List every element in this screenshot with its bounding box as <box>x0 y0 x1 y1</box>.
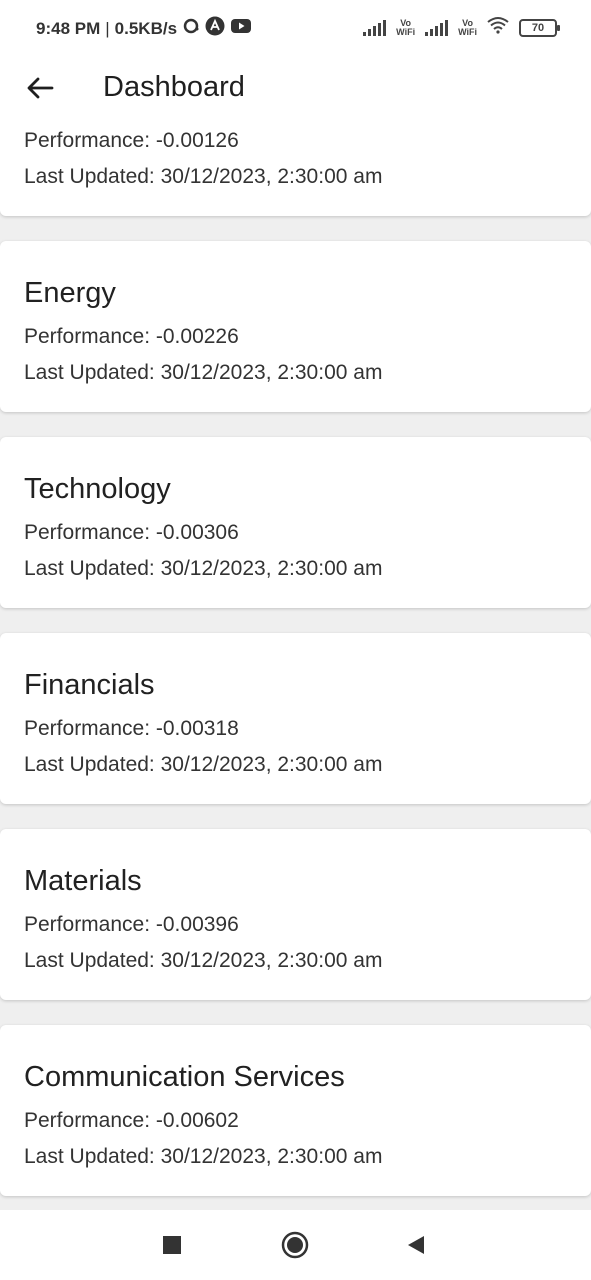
back-button[interactable] <box>18 66 62 110</box>
performance-text: Performance: -0.00396 <box>24 913 239 936</box>
status-left: 9:48 PM | 0.5KB/s <box>36 16 252 41</box>
last-updated-text: Last Updated: 30/12/2023, 2:30:00 am <box>24 557 383 580</box>
status-separator: | <box>105 18 110 38</box>
sector-card[interactable]: Materials Performance: -0.00396 Last Upd… <box>0 829 591 1000</box>
autopilot-icon <box>205 16 225 41</box>
sector-title: Communication Services <box>24 1061 345 1093</box>
wifi-icon <box>487 16 509 39</box>
sector-title: Financials <box>24 669 155 701</box>
youtube-icon <box>231 18 252 39</box>
system-nav-bar <box>0 1210 591 1280</box>
page-title: Dashboard <box>103 71 245 103</box>
app-bar: Dashboard <box>0 56 591 130</box>
sector-title: Energy <box>24 277 116 309</box>
last-updated-text: Last Updated: 30/12/2023, 2:30:00 am <box>24 165 383 188</box>
home-circle-icon <box>281 1231 309 1259</box>
sector-card[interactable]: Technology Performance: -0.00306 Last Up… <box>0 437 591 608</box>
performance-text: Performance: -0.00602 <box>24 1109 239 1132</box>
status-bar: 9:48 PM | 0.5KB/s Vo WiFi Vo WiFi 70 <box>0 0 591 56</box>
vowifi-icon: Vo WiFi <box>396 17 416 37</box>
sector-title: Materials <box>24 865 142 897</box>
status-time: 9:48 PM <box>36 18 101 38</box>
signal-icon <box>425 19 449 36</box>
sector-card[interactable]: Financials Performance: -0.00318 Last Up… <box>0 633 591 804</box>
performance-text: Performance: -0.00126 <box>24 129 239 152</box>
sector-title: Technology <box>24 473 171 505</box>
last-updated-text: Last Updated: 30/12/2023, 2:30:00 am <box>24 753 383 776</box>
last-updated-text: Last Updated: 30/12/2023, 2:30:00 am <box>24 1145 383 1168</box>
arrow-back-icon <box>27 77 54 99</box>
back-triangle-icon <box>408 1236 424 1254</box>
status-right: Vo WiFi Vo WiFi 70 <box>363 16 560 39</box>
network-speed: 0.5KB/s <box>114 18 178 38</box>
recents-square-icon <box>163 1236 181 1254</box>
battery-level: 70 <box>531 21 545 34</box>
chat-icon <box>183 18 199 39</box>
last-updated-text: Last Updated: 30/12/2023, 2:30:00 am <box>24 949 383 972</box>
signal-icon <box>363 19 387 36</box>
vowifi-icon: Vo WiFi <box>458 17 477 37</box>
battery-icon: 70 <box>519 18 560 37</box>
recents-button[interactable] <box>157 1230 187 1260</box>
performance-text: Performance: -0.00226 <box>24 325 239 348</box>
nav-back-button[interactable] <box>401 1230 431 1260</box>
sector-card[interactable]: Energy Performance: -0.00226 Last Update… <box>0 241 591 412</box>
performance-text: Performance: -0.00318 <box>24 717 239 740</box>
sector-card[interactable]: Communication Services Performance: -0.0… <box>0 1025 591 1196</box>
home-button[interactable] <box>280 1230 310 1260</box>
last-updated-text: Last Updated: 30/12/2023, 2:30:00 am <box>24 361 383 384</box>
performance-text: Performance: -0.00306 <box>24 521 239 544</box>
